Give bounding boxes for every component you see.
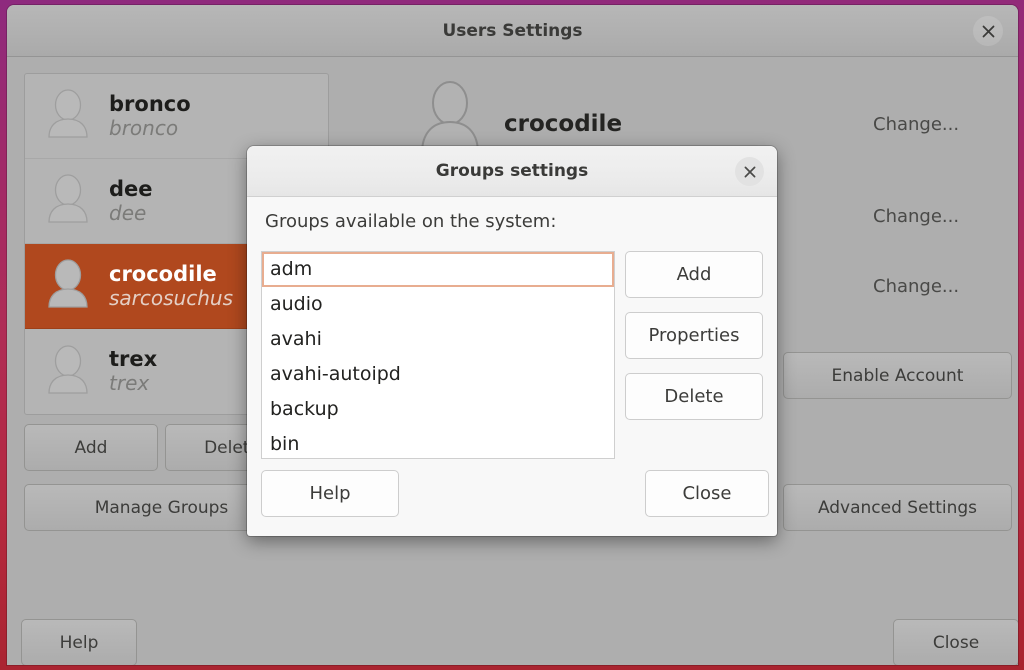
user-name: crocodile (109, 262, 233, 287)
group-list-item-focused[interactable]: adm (262, 252, 614, 287)
main-titlebar: Users Settings (7, 5, 1018, 57)
add-group-button[interactable]: Add (625, 251, 763, 298)
change-password-button[interactable]: Change... (873, 206, 959, 227)
close-button[interactable]: Close (893, 619, 1018, 665)
user-list-item-text: trex trex (109, 347, 157, 395)
user-name: bronco (109, 92, 191, 117)
group-list-item[interactable]: bin (262, 427, 614, 459)
user-real-name: bronco (109, 117, 191, 141)
change-name-button[interactable]: Change... (873, 114, 959, 135)
advanced-settings-button[interactable]: Advanced Settings (783, 484, 1012, 531)
user-avatar-icon (37, 341, 99, 403)
user-list-item-text: dee dee (109, 177, 153, 225)
help-button[interactable]: Help (21, 619, 137, 665)
delete-group-button[interactable]: Delete (625, 373, 763, 420)
user-list-item-text: bronco bronco (109, 92, 191, 140)
groups-settings-dialog: Groups settings Groups available on the … (247, 146, 777, 536)
dialog-title: Groups settings (247, 161, 777, 181)
detail-username: crocodile (504, 111, 622, 137)
group-list-item[interactable]: audio (262, 287, 614, 322)
dialog-titlebar: Groups settings (247, 146, 777, 197)
user-real-name: sarcosuchus (109, 287, 233, 311)
user-real-name: dee (109, 202, 153, 226)
group-list-item[interactable]: avahi-autoipd (262, 357, 614, 392)
close-icon[interactable] (735, 157, 764, 186)
user-list-item-text: crocodile sarcosuchus (109, 262, 233, 310)
close-icon[interactable] (973, 16, 1003, 46)
user-avatar-icon (37, 255, 99, 317)
dialog-help-button[interactable]: Help (261, 470, 399, 517)
user-name: trex (109, 347, 157, 372)
add-user-button[interactable]: Add (24, 424, 158, 471)
change-account-type-button[interactable]: Change... (873, 276, 959, 297)
group-properties-button[interactable]: Properties (625, 312, 763, 359)
enable-account-button[interactable]: Enable Account (783, 352, 1012, 399)
user-avatar-icon (37, 85, 99, 147)
groups-list[interactable]: adm audio avahi avahi-autoipd backup bin (261, 251, 615, 459)
dialog-close-button[interactable]: Close (645, 470, 769, 517)
window-title: Users Settings (7, 21, 1018, 41)
group-list-item[interactable]: backup (262, 392, 614, 427)
group-list-item[interactable]: avahi (262, 322, 614, 357)
user-name: dee (109, 177, 153, 202)
user-real-name: trex (109, 372, 157, 396)
groups-available-label: Groups available on the system: (265, 211, 556, 232)
user-avatar-icon (37, 170, 99, 232)
